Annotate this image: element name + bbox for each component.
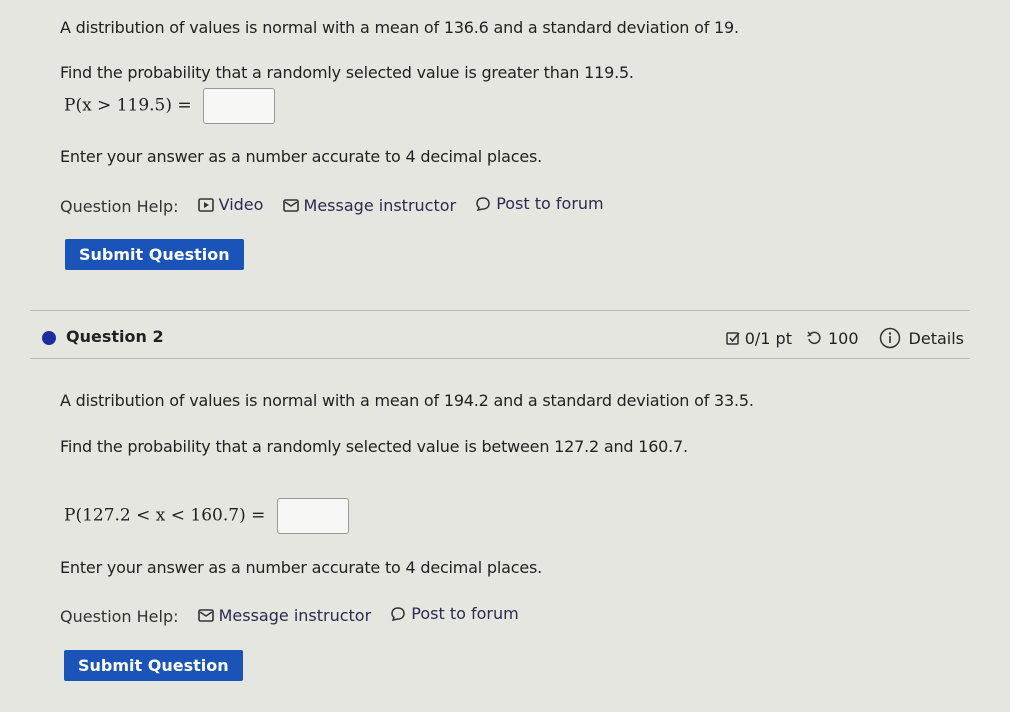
q1-message-instructor-link[interactable]: Message instructor (282, 195, 457, 215)
q2-statement: A distribution of values is normal with … (60, 391, 754, 410)
q1-forum-label: Post to forum (496, 194, 604, 213)
q2-details-link[interactable]: Details (879, 327, 964, 349)
q1-math-expression: P(x > 119.5) = (64, 95, 192, 116)
q1-submit-button[interactable]: Submit Question (65, 239, 244, 270)
q2-header: Question 2 0/1 pt 100 Details (42, 325, 964, 351)
q2-score-value: 0/1 pt (744, 328, 792, 348)
q2-answer-input[interactable] (276, 498, 349, 534)
q1-instructions: Enter your answer as a number accurate t… (60, 147, 542, 166)
divider-bottom (30, 358, 970, 359)
q2-forum-label: Post to forum (411, 604, 519, 623)
q1-video-label: Video (218, 195, 264, 214)
divider-top (30, 310, 970, 311)
q2-math-row: P(127.2 < x < 160.7) = (64, 498, 349, 534)
retry-icon (807, 331, 821, 345)
info-icon (879, 327, 900, 349)
q2-prompt: Find the probability that a randomly sel… (60, 437, 688, 456)
q2-status-dot (42, 331, 56, 345)
q1-post-forum-link[interactable]: Post to forum (475, 194, 604, 213)
q1-math-row: P(x > 119.5) = (64, 88, 276, 124)
q2-post-forum-link[interactable]: Post to forum (390, 604, 519, 623)
q2-instructions: Enter your answer as a number accurate t… (60, 558, 542, 577)
q2-message-instructor-link[interactable]: Message instructor (197, 605, 372, 625)
q1-question-help: Question Help: Video Message instructor … (60, 194, 618, 216)
q1-message-label: Message instructor (303, 195, 457, 215)
q1-help-label: Question Help: (60, 196, 179, 216)
speech-bubble-icon (391, 606, 406, 621)
q2-math-expression: P(127.2 < x < 160.7) = (64, 505, 266, 526)
q2-help-label: Question Help: (60, 606, 179, 626)
q2-meta: 0/1 pt 100 Details (725, 327, 964, 349)
q2-question-help: Question Help: Message instructor Post t… (60, 604, 533, 626)
envelope-icon (197, 608, 214, 622)
q2-message-label: Message instructor (218, 605, 372, 625)
q2-retries-value: 100 (827, 328, 859, 348)
q2-submit-button[interactable]: Submit Question (64, 650, 243, 681)
q2-score: 0/1 pt (725, 328, 792, 348)
q1-answer-input[interactable] (203, 88, 276, 124)
q2-retries: 100 (806, 329, 859, 348)
speech-bubble-icon (476, 196, 490, 211)
q2-details-label: Details (908, 328, 964, 348)
q1-statement: A distribution of values is normal with … (60, 18, 739, 37)
q1-video-link[interactable]: Video (197, 195, 264, 214)
video-icon (197, 197, 214, 212)
envelope-icon (282, 198, 299, 212)
q1-prompt: Find the probability that a randomly sel… (60, 63, 634, 82)
q2-title: Question 2 (66, 327, 164, 346)
checkbox-icon (725, 331, 740, 345)
